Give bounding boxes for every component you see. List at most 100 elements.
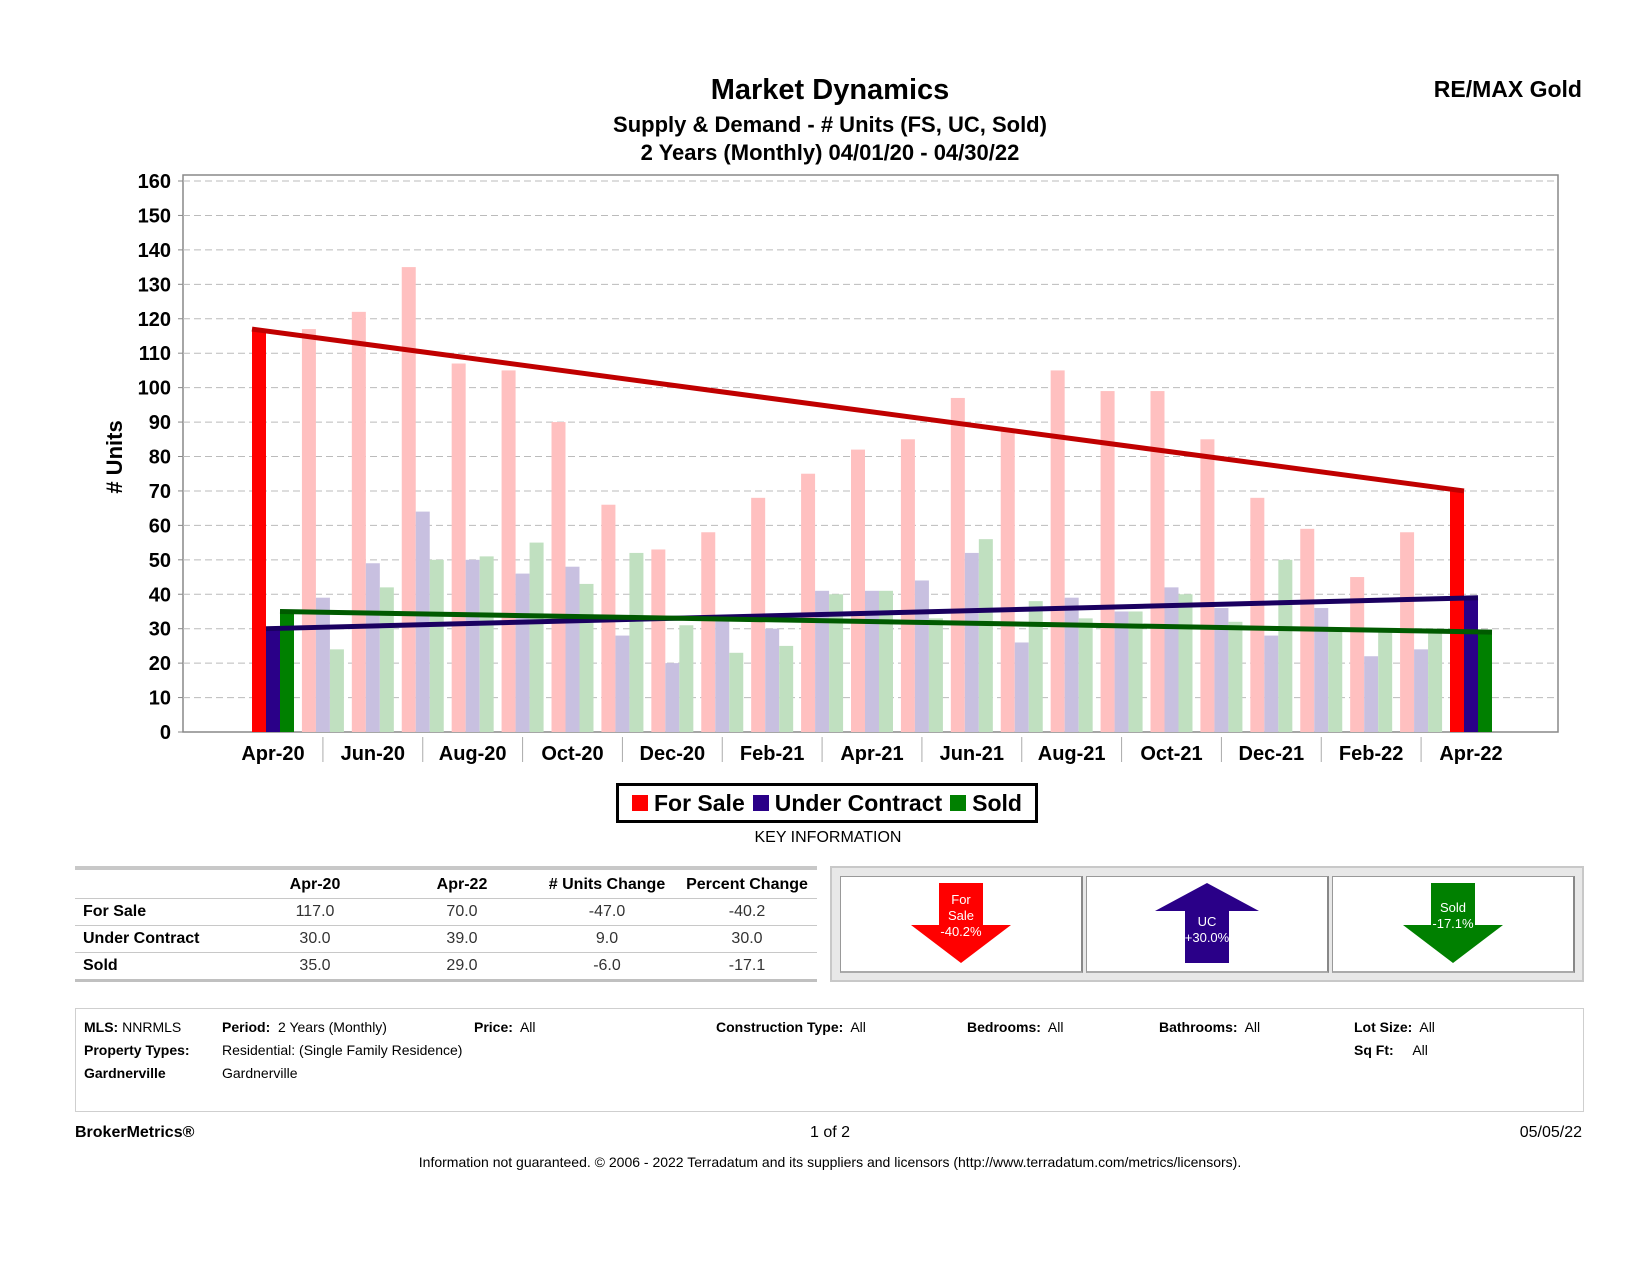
legend-swatch-for-sale <box>631 795 648 811</box>
bar-under-contract-jan-22 <box>1314 608 1329 732</box>
arrow-label: UC <box>1198 914 1217 929</box>
arrow-label: Sale <box>948 908 974 923</box>
bar-under-contract-oct-20 <box>565 566 580 732</box>
bar-under-contract-jul-21 <box>1014 642 1029 732</box>
param-price: Price: All <box>474 1019 536 1035</box>
cell-units-change: -6.0 <box>593 957 621 974</box>
cell-start: 35.0 <box>299 957 331 974</box>
bar-under-contract-apr-20 <box>266 628 280 732</box>
uc-change-panel: UC +30.0% <box>1086 876 1329 973</box>
down-arrow-icon: For Sale -40.2% <box>911 883 1011 963</box>
bar-sold-jun-21 <box>978 539 993 732</box>
param-property-types-value: Residential: (Single Family Residence) <box>222 1042 463 1058</box>
bar-under-contract-may-21 <box>914 580 929 732</box>
bar-under-contract-oct-21 <box>1164 587 1179 732</box>
y-tick-label: 100 <box>138 378 171 400</box>
cell-percent-change: -17.1 <box>728 957 766 974</box>
x-tick-label: Feb-21 <box>740 743 804 765</box>
for-sale-change-panel: For Sale -40.2% <box>840 876 1083 973</box>
x-tick-label: Apr-20 <box>241 743 304 765</box>
legend-label: Sold <box>972 789 1022 816</box>
bar-under-contract-nov-20 <box>615 635 630 732</box>
bar-under-contract-feb-21 <box>765 628 780 732</box>
param-area-label: Gardnerville <box>84 1065 166 1081</box>
column-header: Percent Change <box>686 876 808 893</box>
y-tick-label: 70 <box>149 481 171 503</box>
param-mls: MLS: NNRMLS <box>84 1019 182 1035</box>
column-header: # Units Change <box>548 876 666 893</box>
x-tick-label: Jun-20 <box>341 743 405 765</box>
bar-for-sale-jul-21 <box>1000 428 1015 732</box>
bar-for-sale-oct-20 <box>551 422 566 732</box>
disclaimer: Information not guaranteed. © 2006 - 202… <box>418 1154 1242 1170</box>
x-tick-label: Aug-21 <box>1038 743 1106 765</box>
search-parameters: MLS: NNRMLS Period: 2 Years (Monthly) Pr… <box>75 1008 1584 1112</box>
bar-sold-aug-20 <box>479 556 494 732</box>
legend-label: Under Contract <box>774 789 943 816</box>
cell-start: 30.0 <box>299 930 331 947</box>
bar-sold-sep-21 <box>1128 611 1143 732</box>
bar-sold-jul-20 <box>429 559 444 732</box>
column-header: Apr-22 <box>436 876 488 893</box>
legend-item-sold: Sold <box>950 790 1022 817</box>
cell-units-change: 9.0 <box>595 930 619 947</box>
page-number: 1 of 2 <box>809 1124 851 1141</box>
up-arrow-icon: UC +30.0% <box>1155 883 1259 963</box>
bar-under-contract-jan-21 <box>715 618 730 732</box>
bar-sold-jan-21 <box>729 652 744 732</box>
bar-for-sale-apr-22 <box>1450 490 1464 732</box>
bar-sold-dec-21 <box>1278 559 1293 732</box>
table-top-rule <box>75 866 817 870</box>
bar-for-sale-jul-20 <box>401 267 416 732</box>
bar-sold-oct-20 <box>579 583 594 732</box>
param-property-types-label: Property Types: <box>84 1042 190 1058</box>
bar-under-contract-aug-21 <box>1064 597 1079 732</box>
bar-for-sale-may-21 <box>900 439 915 732</box>
y-tick-label: 0 <box>160 722 171 744</box>
cell-end: 70.0 <box>446 903 478 920</box>
x-tick-label: Apr-21 <box>840 743 903 765</box>
y-tick-label: 140 <box>138 240 171 262</box>
row-label: Under Contract <box>83 930 200 947</box>
y-tick-label: 120 <box>138 309 171 331</box>
x-tick-label: Oct-21 <box>1140 743 1202 765</box>
y-tick-label: 130 <box>138 274 171 296</box>
report-date: 05/05/22 <box>1519 1124 1582 1141</box>
bar-for-sale-apr-21 <box>851 449 865 732</box>
bar-sold-mar-22 <box>1428 632 1443 732</box>
bar-under-contract-sep-21 <box>1114 611 1129 732</box>
y-tick-label: 80 <box>149 447 171 469</box>
bar-sold-sep-20 <box>529 542 544 732</box>
param-bedrooms: Bedrooms: All <box>967 1019 1064 1035</box>
bar-under-contract-sep-20 <box>515 573 530 732</box>
cell-percent-change: 30.0 <box>731 930 763 947</box>
arrow-label: For <box>951 892 971 907</box>
bar-for-sale-sep-20 <box>501 370 516 732</box>
bar-under-contract-mar-22 <box>1414 649 1429 732</box>
bar-sold-feb-21 <box>779 645 794 732</box>
cell-start: 117.0 <box>295 903 335 920</box>
x-tick-label: Aug-20 <box>439 743 507 765</box>
param-bathrooms: Bathrooms: All <box>1159 1019 1261 1035</box>
legend-label: For Sale <box>653 789 745 816</box>
down-arrow-icon: Sold -17.1% <box>1403 883 1503 963</box>
y-tick-label: 40 <box>149 584 171 606</box>
sold-change-panel: Sold -17.1% <box>1332 876 1575 973</box>
column-header: Apr-20 <box>289 876 341 893</box>
bar-sold-may-21 <box>928 618 943 732</box>
bar-under-contract-apr-22 <box>1464 597 1478 732</box>
table-header-row: Apr-20 Apr-22 # Units Change Percent Cha… <box>75 872 817 899</box>
y-tick-label: 90 <box>149 412 171 434</box>
bar-under-contract-jun-21 <box>964 552 979 732</box>
legend-swatch-sold <box>950 795 967 811</box>
bar-sold-jul-21 <box>1028 601 1043 732</box>
bar-under-contract-jul-20 <box>415 511 430 732</box>
x-axis-ticks: Apr-20 Jun-20 Aug-20 Oct-20 Dec-20 Feb-21 Apr-… <box>241 737 1503 765</box>
x-tick-label: Dec-21 <box>1239 743 1305 765</box>
bar-under-contract-feb-22 <box>1364 656 1379 732</box>
y-tick-label: 20 <box>149 653 171 675</box>
x-tick-label: Oct-20 <box>541 743 603 765</box>
bar-sold-oct-21 <box>1178 594 1193 732</box>
legend-item-for-sale: For Sale <box>631 789 745 817</box>
bar-for-sale-may-20 <box>301 329 316 732</box>
